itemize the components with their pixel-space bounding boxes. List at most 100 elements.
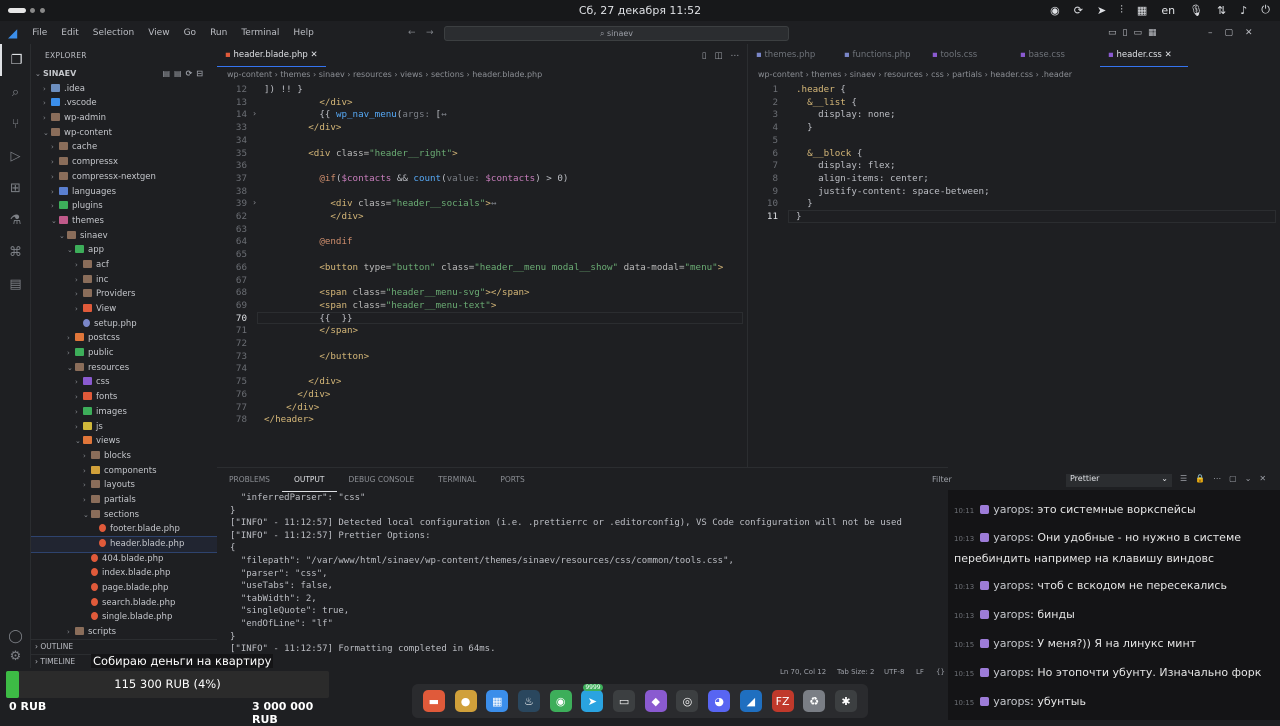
- close-icon[interactable]: ✕: [1162, 50, 1172, 60]
- explorer-actions[interactable]: ▤▤⟳⊟: [162, 67, 207, 82]
- menu-file[interactable]: File: [25, 28, 54, 38]
- tree-file[interactable]: single.blade.php: [31, 610, 217, 625]
- output-actions[interactable]: ☰🔒⋯▢⌄✕: [1180, 474, 1274, 483]
- tree-folder[interactable]: › languages: [31, 185, 217, 200]
- tab-functions-php[interactable]: ▪ functions.php: [836, 44, 924, 67]
- panel-tab-problems[interactable]: PROBLEMS: [217, 468, 282, 492]
- menu-view[interactable]: View: [141, 28, 176, 38]
- obs-studio-icon[interactable]: ◎: [676, 690, 699, 712]
- tree-folder[interactable]: › compressx: [31, 155, 217, 170]
- workspace-dot[interactable]: [40, 8, 45, 13]
- testing-icon[interactable]: ⚗: [0, 204, 31, 236]
- tree-file[interactable]: header.blade.php: [31, 536, 217, 553]
- keyboard-tray-icon[interactable]: ▦: [1137, 4, 1147, 17]
- tree-file[interactable]: setup.php: [31, 317, 217, 332]
- tree-folder[interactable]: ⌄ sections: [31, 508, 217, 523]
- tree-folder[interactable]: ⌄ themes: [31, 214, 217, 229]
- obs-icon[interactable]: ●: [454, 690, 477, 712]
- tree-file[interactable]: index.blade.php: [31, 566, 217, 581]
- vscode-icon[interactable]: ◢: [739, 690, 762, 712]
- tree-folder[interactable]: › .idea: [31, 82, 217, 97]
- panel-tab-terminal[interactable]: TERMINAL: [426, 468, 488, 492]
- tab-header-css[interactable]: ▪ header.css ✕: [1100, 44, 1188, 67]
- tree-folder[interactable]: ⌄ resources: [31, 361, 217, 376]
- tree-folder[interactable]: › js: [31, 420, 217, 435]
- forward-arrow-icon[interactable]: →: [426, 28, 434, 38]
- obs-tray-icon[interactable]: ◉: [1050, 4, 1060, 17]
- remote-icon[interactable]: ⌘: [0, 236, 31, 268]
- tree-folder[interactable]: ⌄ views: [31, 434, 217, 449]
- database-icon[interactable]: ▤: [0, 268, 31, 300]
- mixer-tray-icon[interactable]: ⫶: [1120, 3, 1123, 17]
- outline-section[interactable]: › OUTLINE: [31, 639, 217, 654]
- filter-input[interactable]: Filter: [932, 475, 952, 484]
- tree-folder[interactable]: › fonts: [31, 390, 217, 405]
- language-mode-icon[interactable]: {}: [936, 668, 945, 676]
- tree-folder[interactable]: › images: [31, 405, 217, 420]
- tree-folder[interactable]: › layouts: [31, 478, 217, 493]
- files-icon[interactable]: ▬: [422, 690, 445, 712]
- menu-terminal[interactable]: Terminal: [234, 28, 286, 38]
- fold-chevron-icon[interactable]: ›: [253, 198, 256, 207]
- menu-edit[interactable]: Edit: [54, 28, 85, 38]
- tree-folder[interactable]: ⌄ sinaev: [31, 229, 217, 244]
- telegram-tray-icon[interactable]: ➤: [1097, 4, 1106, 17]
- chrome-icon[interactable]: ◉: [549, 690, 572, 712]
- tree-file[interactable]: 404.blade.php: [31, 552, 217, 567]
- calculator-icon[interactable]: ▦: [486, 690, 509, 712]
- tab-base-css[interactable]: ▪ base.css: [1012, 44, 1100, 67]
- cursor-position[interactable]: Ln 70, Col 12: [780, 668, 826, 676]
- menu-help[interactable]: Help: [286, 28, 321, 38]
- explorer-root[interactable]: ⌄ SINAEV ▤▤⟳⊟: [31, 67, 217, 82]
- tree-folder[interactable]: › postcss: [31, 331, 217, 346]
- channel-select[interactable]: Prettier ⌄: [1066, 474, 1172, 487]
- extensions-icon[interactable]: ⊞: [0, 172, 31, 204]
- network-icon[interactable]: ⇅: [1217, 4, 1226, 17]
- tree-folder[interactable]: › View: [31, 302, 217, 317]
- tree-file[interactable]: footer.blade.php: [31, 522, 217, 537]
- workspace-dot[interactable]: [30, 8, 35, 13]
- tree-folder[interactable]: › scripts: [31, 625, 217, 640]
- source-control-icon[interactable]: ⑂: [0, 108, 31, 140]
- right-code[interactable]: 1 .header {2 &__list {3 display: none; 4 }…: [748, 80, 1280, 467]
- terminal-icon[interactable]: ▭: [613, 690, 636, 712]
- explorer-icon[interactable]: ❐: [0, 44, 31, 76]
- search-icon[interactable]: ⌕: [0, 76, 31, 108]
- tab-header-blade[interactable]: ▪ header.blade.php ✕: [217, 44, 326, 67]
- filezilla-icon[interactable]: FZ: [771, 690, 794, 712]
- tree-folder[interactable]: › cache: [31, 140, 217, 155]
- trash-icon[interactable]: ♻: [803, 690, 826, 712]
- tree-folder[interactable]: › Providers: [31, 287, 217, 302]
- steam-icon[interactable]: ♨: [517, 690, 540, 712]
- menu-go[interactable]: Go: [177, 28, 203, 38]
- menu-run[interactable]: Run: [203, 28, 234, 38]
- output-log[interactable]: "inferredParser": "css" } ["INFO" - 11:1…: [230, 492, 902, 656]
- window-controls[interactable]: –▢✕: [1208, 28, 1265, 38]
- tree-folder[interactable]: › inc: [31, 273, 217, 288]
- tree-folder[interactable]: › plugins: [31, 199, 217, 214]
- tree-folder[interactable]: ⌄ wp-content: [31, 126, 217, 141]
- menu-selection[interactable]: Selection: [86, 28, 141, 38]
- panel-tab-debug-console[interactable]: DEBUG CONSOLE: [337, 468, 427, 492]
- tab-themes-php[interactable]: ▪ themes.php: [748, 44, 836, 67]
- mic-icon[interactable]: 🎙: [1189, 4, 1203, 17]
- editor-actions[interactable]: ▯◫⋯: [702, 51, 747, 61]
- telegram-icon[interactable]: ➤ 9999: [581, 684, 604, 712]
- volume-icon[interactable]: ♪: [1240, 4, 1247, 17]
- tab-tools-css[interactable]: ▪ tools.css: [924, 44, 1012, 67]
- panel-tab-output[interactable]: OUTPUT: [281, 468, 337, 492]
- close-icon[interactable]: ✕: [311, 50, 318, 60]
- tree-folder[interactable]: › wp-admin: [31, 111, 217, 126]
- run-debug-icon[interactable]: ▷: [0, 140, 31, 172]
- tree-folder[interactable]: ⌄ app: [31, 243, 217, 258]
- obsidian-icon[interactable]: ◆: [644, 690, 667, 712]
- tree-folder[interactable]: › css: [31, 375, 217, 390]
- tree-folder[interactable]: › compressx-nextgen: [31, 170, 217, 185]
- tree-file[interactable]: search.blade.php: [31, 596, 217, 611]
- tree-folder[interactable]: › acf: [31, 258, 217, 273]
- power-icon[interactable]: ⏻: [1261, 3, 1270, 17]
- panel-tab-ports[interactable]: PORTS: [488, 468, 536, 492]
- tree-file[interactable]: page.blade.php: [31, 581, 217, 596]
- language-indicator[interactable]: en: [1161, 4, 1175, 17]
- tree-folder[interactable]: › blocks: [31, 449, 217, 464]
